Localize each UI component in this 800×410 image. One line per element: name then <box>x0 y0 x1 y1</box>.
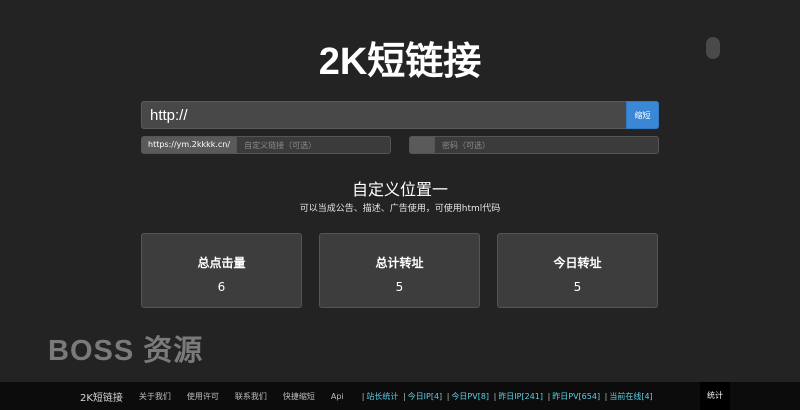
shorten-button[interactable]: 缩短 <box>626 100 659 129</box>
footer-link-api[interactable]: Api <box>331 392 344 401</box>
theme-toggle[interactable] <box>706 37 720 59</box>
footer-link-contact[interactable]: 联系我们 <box>235 391 267 402</box>
stat-card-total-urls: 总计转址 5 <box>319 233 480 308</box>
stat-value: 6 <box>217 280 226 294</box>
stats-today-ip: 今日IP[4] <box>407 391 443 401</box>
custom-alias-group: https://ym.2kkkk.cn/ <box>141 136 391 154</box>
stat-label: 总点击量 <box>197 256 246 270</box>
footer-link-license[interactable]: 使用许可 <box>187 391 219 402</box>
stats-yesterday-pv: 昨日PV[654] <box>552 391 601 401</box>
stat-card-today-urls: 今日转址 5 <box>497 233 658 308</box>
footer-link-quick-shorten[interactable]: 快捷缩短 <box>283 391 315 402</box>
stats-yesterday-ip: 昨日IP[241] <box>498 391 544 401</box>
ad-description: 可以当成公告、描述、广告使用，可使用html代码 <box>299 204 501 214</box>
stat-value: 5 <box>395 280 404 294</box>
stats-today-pv: 今日PV[8] <box>451 391 490 401</box>
footer: 2K短链接 关于我们 使用许可 联系我们 快捷缩短 Api | 站长统计 | 今日I… <box>0 382 800 410</box>
url-bar: 缩短 <box>141 100 659 129</box>
stat-card-total-clicks: 总点击量 6 <box>141 233 302 308</box>
watermark: BOSS 资源 <box>48 335 204 367</box>
footer-stats: | 站长统计 | 今日IP[4] | 今日PV[8] | 昨日IP[241] | 昨日PV… <box>361 391 653 401</box>
stats-link-site[interactable]: 站长统计 <box>366 392 398 401</box>
footer-brand[interactable]: 2K短链接 <box>80 389 123 404</box>
stat-label: 总计转址 <box>375 256 424 270</box>
site-title: 2K短链接 <box>318 41 482 83</box>
password-input[interactable] <box>435 137 658 153</box>
ad-title: 自定义位置一 <box>351 180 448 199</box>
tongji-button[interactable]: 统计 <box>700 382 730 410</box>
password-group <box>409 136 659 154</box>
stat-label: 今日转址 <box>553 256 602 270</box>
custom-alias-input[interactable] <box>237 137 390 153</box>
domain-prefix: https://ym.2kkkk.cn/ <box>142 137 238 153</box>
password-prefix <box>410 137 435 153</box>
url-input[interactable] <box>142 102 626 128</box>
footer-link-about[interactable]: 关于我们 <box>139 391 171 402</box>
stats-online: 当前在线[4] <box>609 391 653 401</box>
stat-value: 5 <box>573 280 582 294</box>
